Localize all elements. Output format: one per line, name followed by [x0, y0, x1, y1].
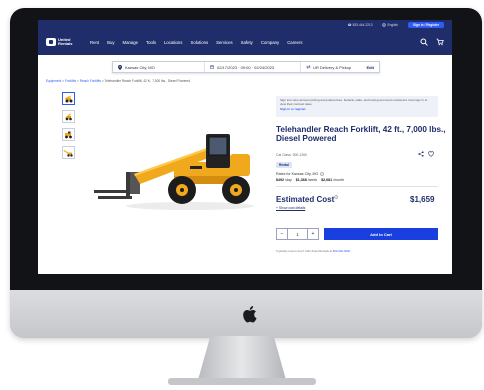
thumbnail-4[interactable]	[62, 146, 75, 159]
utility-bar: ☎ 833-444-2213 English Sign in / Registe…	[38, 20, 452, 29]
rates-header: Rates for Kansas City, MO	[276, 172, 325, 176]
breadcrumb-equipment[interactable]: Equipment	[46, 79, 61, 83]
breadcrumb-forklifts[interactable]: Forklifts	[65, 79, 76, 83]
brand-name: United Rentals	[58, 36, 73, 46]
telehandler-product-image	[94, 134, 254, 210]
nav-item-buy[interactable]: Buy	[107, 40, 114, 45]
thumbnail-2[interactable]	[62, 110, 75, 123]
nav-item-locations[interactable]: Locations	[164, 40, 182, 45]
estimated-cost-label: Estimated Costⓘ	[276, 195, 338, 204]
delivery-value: UR Delivery & Pickup	[313, 64, 352, 70]
add-to-cart-button[interactable]: Add to Cart	[324, 228, 438, 240]
language-selector[interactable]: English	[382, 22, 398, 27]
product-thumbnails	[62, 92, 75, 159]
rate-day-unit: /day	[285, 178, 292, 182]
rate-week-value: $1,368	[295, 178, 307, 182]
desktop-mockup: ☎ 833-444-2213 English Sign in / Registe…	[0, 0, 484, 390]
main-nav: United Rentals Rent Buy Manage Tools Loc…	[38, 29, 452, 55]
divider	[276, 186, 438, 187]
estimated-cost-value: $1,659	[410, 195, 435, 204]
location-pin-icon	[118, 64, 122, 70]
apple-logo-icon	[243, 306, 257, 323]
rate-week-unit: /week	[307, 178, 318, 182]
quantity-decrement-button[interactable]: −	[277, 229, 288, 239]
swap-arrows-icon	[306, 65, 311, 69]
imac-stand-base	[168, 378, 316, 385]
telehandler-thumb-icon	[64, 95, 73, 103]
delivery-field[interactable]: UR Delivery & Pickup Edit	[301, 62, 379, 72]
rates-label: Rates for Kansas City, MO	[276, 172, 319, 176]
nav-item-services[interactable]: Services	[216, 40, 232, 45]
signin-prompt: Sign into view account pricing and prefe…	[276, 96, 438, 117]
imac-stand	[198, 336, 286, 380]
telehandler-thumb-icon	[65, 113, 72, 121]
location-field[interactable]: Kansas City, MO	[113, 62, 205, 72]
breadcrumb: Equipment > Forklifts > Reach Forklifts …	[46, 79, 191, 83]
product-title: Telehandler Reach Forklift, 42 ft., 7,00…	[276, 125, 446, 144]
cat-class: Cat Class: 300-1260	[276, 153, 307, 157]
footnote-text: Typically rented more? Call United Renta…	[276, 249, 332, 253]
product-tag: Rental	[276, 162, 292, 168]
rate-day: $492 /day	[276, 178, 292, 182]
edit-search-link[interactable]: Edit	[366, 65, 374, 70]
location-value: Kansas City, MO	[125, 64, 155, 70]
signin-button[interactable]: Sign in / Register	[407, 21, 444, 28]
calendar-icon	[210, 65, 214, 69]
quantity-increment-button[interactable]: +	[307, 229, 318, 239]
footnote-phone-link[interactable]: 800-000-0000	[333, 249, 350, 253]
signin-prompt-text: Sign into view account pricing and prefe…	[280, 98, 428, 106]
heart-icon[interactable]	[428, 151, 434, 157]
thumbnail-3[interactable]	[62, 128, 75, 141]
dates-value: 02/17/2023 · 09:00 · 02/24/2023	[217, 64, 275, 70]
show-cost-details-link[interactable]: + Show cost details	[276, 206, 305, 210]
brand-logo[interactable]: United Rentals	[46, 36, 78, 46]
nav-item-tools[interactable]: Tools	[146, 40, 156, 45]
rates-row: $492 /day $1,368 /week $2,681 /month	[276, 178, 344, 182]
rate-month-unit: /month	[333, 178, 345, 182]
breadcrumb-reach-forklifts[interactable]: Reach Forklifts	[80, 79, 101, 83]
thumbnail-1[interactable]	[62, 92, 75, 105]
delivery-group: UR Delivery & Pickup	[306, 65, 351, 70]
brand-mark-icon	[46, 38, 56, 46]
info-icon[interactable]: ⓘ	[334, 195, 338, 199]
breadcrumb-current: Telehandler Reach Forklift, 42 ft., 7,00…	[104, 79, 191, 83]
rental-search-bar: Kansas City, MO 02/17/2023 · 09:00 · 02/…	[112, 61, 380, 73]
phone-link[interactable]: ☎ 833-444-2213	[348, 23, 373, 27]
dates-field[interactable]: 02/17/2023 · 09:00 · 02/24/2023	[205, 62, 301, 72]
telehandler-thumb-icon	[63, 150, 73, 157]
nav-item-rent[interactable]: Rent	[90, 40, 99, 45]
globe-icon	[382, 22, 387, 27]
nav-item-company[interactable]: Company	[261, 40, 279, 45]
signin-register-link[interactable]: Sign in or register	[280, 108, 434, 112]
telehandler-thumb-icon	[65, 131, 72, 139]
nav-item-manage[interactable]: Manage	[122, 40, 138, 45]
rate-week: $1,368 /week	[296, 178, 317, 182]
nav-item-solutions[interactable]: Solutions	[190, 40, 208, 45]
nav-item-careers[interactable]: Careers	[287, 40, 302, 45]
info-icon[interactable]	[320, 172, 325, 176]
cart-icon[interactable]	[436, 38, 444, 46]
estimated-cost-text: Estimated Cost	[276, 195, 335, 204]
quantity-value[interactable]: 1	[288, 232, 307, 237]
browser-screen: ☎ 833-444-2213 English Sign in / Registe…	[38, 20, 452, 274]
rate-month-value: $2,681	[321, 178, 333, 182]
language-label: English	[387, 22, 398, 27]
product-actions	[418, 151, 434, 157]
rate-day-value: $492	[276, 178, 284, 182]
nav-item-safety[interactable]: Safety	[241, 40, 253, 45]
share-icon[interactable]	[418, 151, 424, 157]
quantity-stepper: − 1 +	[276, 228, 319, 240]
rate-month: $2,681 /month	[321, 178, 344, 182]
search-icon[interactable]	[420, 38, 428, 46]
footnote: Typically rented more? Call United Renta…	[276, 249, 350, 253]
